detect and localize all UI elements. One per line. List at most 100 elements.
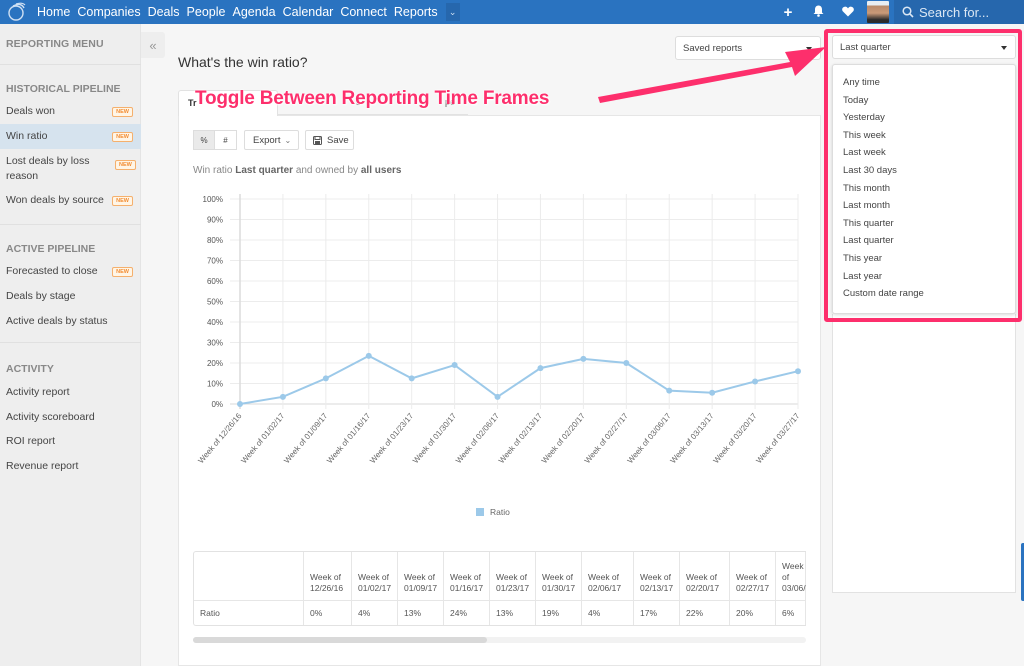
table-header-cell: Week of 02/13/17 — [633, 552, 680, 600]
search-input[interactable]: Search for... — [894, 0, 1024, 24]
nav-home[interactable]: Home — [37, 5, 70, 19]
data-point[interactable] — [537, 365, 544, 372]
nav-companies[interactable]: Companies — [77, 5, 140, 19]
sidebar-item-lost-deals-by-loss-reason[interactable]: Lost deals by loss reason — [0, 154, 110, 184]
sidebar-item-label: ROI report — [6, 435, 56, 447]
app-logo-icon[interactable] — [7, 2, 27, 22]
count-toggle-button[interactable]: # — [215, 130, 237, 150]
timeframe-option[interactable]: Today — [843, 95, 868, 106]
table-header-cell: Week of 03/06/17 — [775, 552, 806, 600]
floppy-disk-icon — [313, 135, 322, 145]
data-point[interactable] — [580, 355, 587, 362]
legend-swatch — [476, 508, 484, 516]
nav-connect[interactable]: Connect — [340, 5, 387, 19]
data-point[interactable] — [494, 393, 501, 400]
plus-icon[interactable]: + — [781, 4, 795, 21]
saved-reports-select[interactable]: Saved reports — [675, 36, 821, 60]
report-subtitle: Win ratio Last quarter and owned by all … — [193, 165, 401, 176]
sidebar-item-deals-by-stage[interactable]: Deals by stage — [0, 289, 141, 304]
search-placeholder: Search for... — [919, 4, 990, 20]
sidebar-item-activity-scoreboard[interactable]: Activity scoreboard — [0, 410, 141, 425]
data-point[interactable] — [279, 393, 286, 400]
nav-people[interactable]: People — [187, 5, 226, 19]
bell-icon[interactable] — [811, 5, 825, 20]
y-tick-label: 90% — [207, 216, 223, 225]
timeframe-option[interactable]: Last week — [843, 147, 886, 158]
data-point[interactable] — [666, 387, 673, 394]
sidebar-item-deals-won[interactable]: Deals won NEW — [0, 104, 141, 119]
data-point[interactable] — [408, 375, 415, 382]
timeframe-option[interactable]: This month — [843, 183, 890, 194]
row-label: Ratio — [194, 599, 304, 625]
data-point[interactable] — [451, 362, 458, 369]
y-tick-label: 40% — [207, 318, 223, 327]
double-chevron-left-icon: « — [149, 37, 157, 53]
tab-trend[interactable]: Tr — [178, 90, 278, 116]
timeframe-option[interactable]: Custom date range — [843, 288, 924, 299]
sidebar-item-forecasted-to-close[interactable]: Forecasted to close NEW — [0, 264, 141, 279]
timeframe-option[interactable]: This week — [843, 130, 886, 141]
collapse-sidebar-button[interactable]: « — [141, 32, 165, 58]
sidebar-item-label: Revenue report — [6, 460, 79, 472]
timeframe-select[interactable]: Last quarter — [832, 35, 1016, 59]
value-mode-toggle: % # — [193, 130, 237, 150]
table-horizontal-scrollbar[interactable] — [193, 637, 806, 643]
data-point[interactable] — [322, 375, 329, 382]
tab-secondary[interactable]: s pe — [278, 90, 468, 115]
timeframe-option[interactable]: Last quarter — [843, 235, 894, 246]
chart-legend[interactable]: Ratio — [476, 507, 510, 517]
timeframe-option[interactable]: This year — [843, 253, 882, 264]
save-button[interactable]: Save — [305, 130, 354, 150]
timeframe-option[interactable]: Last month — [843, 200, 890, 211]
table-header-cell: Week of 01/09/17 — [397, 552, 444, 600]
nav-deals[interactable]: Deals — [148, 5, 180, 19]
x-tick-label: Week of 02/27/17 — [583, 411, 630, 465]
new-badge: NEW — [112, 195, 133, 206]
y-tick-label: 30% — [207, 339, 223, 348]
sidebar-item-won-deals-by-source[interactable]: Won deals by source NEW — [0, 193, 141, 208]
heart-icon[interactable] — [841, 5, 855, 20]
user-avatar[interactable] — [867, 1, 889, 23]
sidebar-item-win-ratio[interactable]: Win ratio NEW — [0, 124, 141, 149]
table-header-cell: Week of 02/20/17 — [679, 552, 730, 600]
timeframe-option[interactable]: This quarter — [843, 218, 894, 229]
y-tick-label: 50% — [207, 298, 223, 307]
table-header-cell: Week of 01/30/17 — [535, 552, 582, 600]
nav-calendar[interactable]: Calendar — [283, 5, 334, 19]
timeframe-option[interactable]: Any time — [843, 77, 880, 88]
data-point[interactable] — [709, 389, 716, 396]
table-cell: 0% — [303, 599, 352, 625]
new-badge: NEW — [115, 160, 136, 170]
timeframe-option[interactable]: Last 30 days — [843, 165, 897, 176]
sidebar-item-revenue-report[interactable]: Revenue report — [0, 459, 141, 474]
table-cell: 6% — [775, 599, 806, 625]
data-point[interactable] — [795, 368, 801, 375]
table-header-cell: Week of 02/06/17 — [581, 552, 634, 600]
y-tick-label: 70% — [207, 257, 223, 266]
subtitle-prefix: Win ratio — [193, 165, 233, 176]
sidebar-item-label: Forecasted to close — [6, 265, 98, 277]
scrollbar-thumb[interactable] — [193, 637, 488, 643]
x-tick-label: Week of 03/06/17 — [626, 411, 673, 465]
nav-reports[interactable]: Reports — [394, 5, 438, 19]
export-button[interactable]: Export ⌄ — [244, 130, 299, 150]
nav-more-chevron-down-icon[interactable]: ⌄ — [445, 3, 460, 21]
data-point[interactable] — [237, 401, 243, 407]
timeframe-option[interactable]: Yesterday — [843, 112, 885, 123]
divider — [0, 64, 141, 65]
saved-reports-label: Saved reports — [683, 43, 743, 54]
y-tick-label: 60% — [207, 277, 223, 286]
sidebar-item-activity-report[interactable]: Activity report — [0, 385, 141, 400]
nav-agenda[interactable]: Agenda — [232, 5, 275, 19]
right-panel — [832, 314, 1016, 593]
data-point[interactable] — [752, 378, 759, 385]
timeframe-option[interactable]: Last year — [843, 271, 882, 282]
sidebar-item-roi-report[interactable]: ROI report — [0, 434, 141, 449]
table-corner-cell — [194, 552, 304, 600]
table-cell: 20% — [729, 599, 776, 625]
data-point[interactable] — [365, 352, 372, 359]
table-cell: 4% — [581, 599, 634, 625]
percent-toggle-button[interactable]: % — [193, 130, 215, 150]
sidebar-item-active-deals-by-status[interactable]: Active deals by status — [0, 314, 141, 329]
data-point[interactable] — [623, 360, 630, 366]
